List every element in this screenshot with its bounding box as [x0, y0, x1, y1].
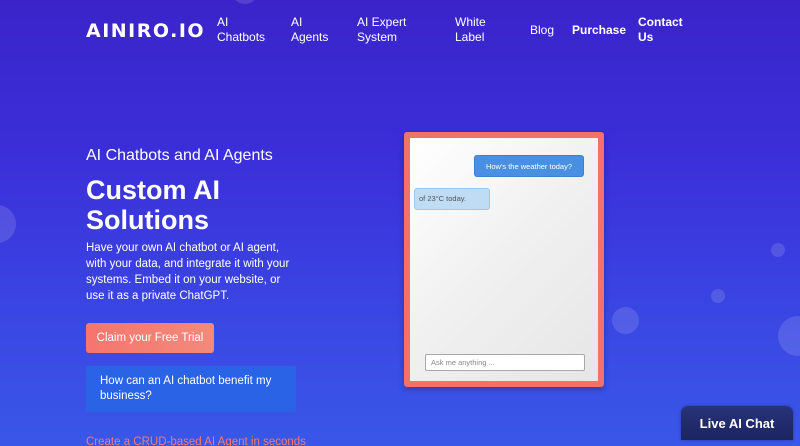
user-message-bubble: How's the weather today?: [474, 155, 584, 177]
chat-input[interactable]: [425, 354, 585, 371]
background-bubble: [612, 307, 639, 334]
bot-message-bubble: of 23°C today.: [414, 188, 490, 210]
crud-agent-link[interactable]: Create a CRUD-based AI Agent in seconds: [86, 436, 306, 446]
nav-purchase[interactable]: Purchase: [572, 23, 626, 38]
hero-description: Have your own AI chatbot or AI agent, wi…: [86, 242, 290, 302]
nav-ai-agents[interactable]: AI Agents: [291, 15, 336, 45]
nav-ai-expert-system[interactable]: AI Expert System: [357, 15, 432, 45]
site-header: AINIRO.IO AI Chatbots AI Agents AI Exper…: [0, 0, 800, 60]
nav-white-label[interactable]: White Label: [455, 15, 495, 45]
background-bubble: [771, 243, 785, 257]
nav-blog[interactable]: Blog: [530, 23, 554, 38]
chat-widget: How's the weather today? of 23°C today.: [404, 132, 604, 387]
hero-subtitle: AI Chatbots and AI Agents: [86, 147, 273, 164]
claim-free-trial-button[interactable]: Claim your Free Trial: [86, 323, 214, 353]
background-bubble: [711, 289, 725, 303]
nav-ai-chatbots[interactable]: AI Chatbots: [217, 15, 272, 45]
background-bubble: [0, 205, 16, 243]
nav-contact-us[interactable]: Contact Us: [638, 15, 688, 45]
live-ai-chat-button[interactable]: Live AI Chat: [681, 406, 793, 440]
background-bubble: [778, 316, 800, 356]
site-logo[interactable]: AINIRO.IO: [86, 20, 205, 42]
chat-window: How's the weather today? of 23°C today.: [410, 138, 598, 381]
hero-title: Custom AI Solutions: [86, 175, 220, 235]
chatbot-benefit-button[interactable]: How can an AI chatbot benefit my busines…: [86, 366, 296, 412]
